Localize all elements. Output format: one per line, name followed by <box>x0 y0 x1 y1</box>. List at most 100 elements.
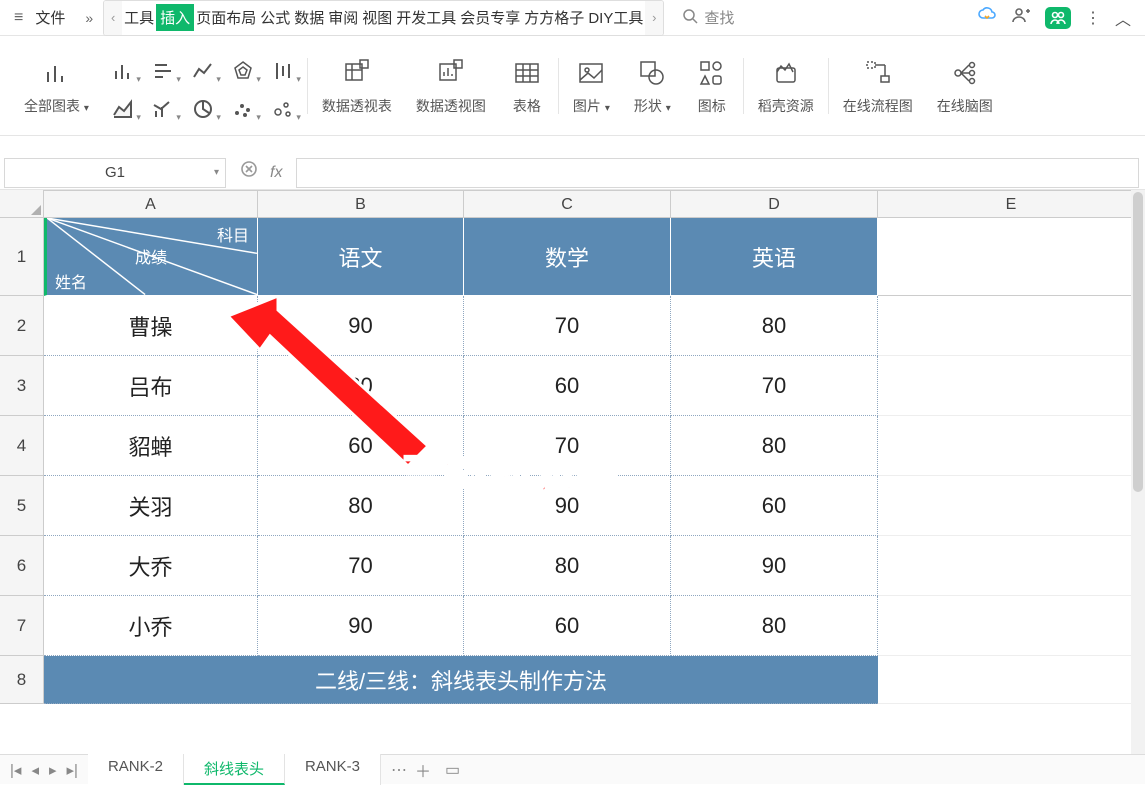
cell-d6[interactable]: 90 <box>671 536 878 596</box>
icon-button[interactable]: 图标 <box>683 41 741 131</box>
row-header-1[interactable]: 1 <box>0 218 44 296</box>
cell-e1[interactable] <box>878 218 1145 296</box>
tab-diy[interactable]: DIY工具 <box>586 4 645 31</box>
cell-e8[interactable] <box>878 656 1145 704</box>
shape-button[interactable]: 形状 ▾ <box>622 41 683 131</box>
cell-a3[interactable]: 吕布 <box>44 356 258 416</box>
tab-data[interactable]: 数据 <box>292 4 326 31</box>
row-header-6[interactable]: 6 <box>0 536 44 596</box>
header-shuxue[interactable]: 数学 <box>464 218 671 296</box>
diagonal-header-cell[interactable]: 科目 成绩 姓名 <box>44 218 258 296</box>
cell-b4[interactable]: 60 <box>258 416 464 476</box>
col-header-a[interactable]: A <box>44 190 258 217</box>
cancel-formula-icon[interactable] <box>240 160 260 185</box>
fx-label[interactable]: fx <box>270 164 282 182</box>
cell-d2[interactable]: 80 <box>671 296 878 356</box>
tab-insert[interactable]: 插入 <box>156 4 194 31</box>
table-button[interactable]: 表格 <box>498 41 556 131</box>
cell-d3[interactable]: 70 <box>671 356 878 416</box>
sheet-tab-rank2[interactable]: RANK-2 <box>88 754 184 785</box>
combo-chart-icon[interactable]: ▾ <box>147 89 179 121</box>
search-box[interactable]: 查找 <box>682 7 734 28</box>
add-user-icon[interactable] <box>1011 6 1031 29</box>
scatter-chart-icon[interactable]: ▾ <box>227 89 259 121</box>
more-options-icon[interactable]: ⋮ <box>1085 8 1101 28</box>
tab-prev[interactable]: ‹ <box>104 1 122 35</box>
hbar-chart-icon[interactable]: ▾ <box>147 51 179 83</box>
add-sheet-button[interactable]: ＋ <box>415 758 431 782</box>
tab-view[interactable]: 视图 <box>360 4 394 31</box>
cell-e5[interactable] <box>878 476 1145 536</box>
bubble-chart-icon[interactable]: ▾ <box>267 89 299 121</box>
pivot-chart-button[interactable]: 数据透视图 <box>404 41 498 131</box>
cell-b3[interactable]: 80 <box>258 356 464 416</box>
cell-b6[interactable]: 70 <box>258 536 464 596</box>
row-header-8[interactable]: 8 <box>0 656 44 704</box>
col-header-e[interactable]: E <box>878 190 1145 217</box>
cell-e7[interactable] <box>878 596 1145 656</box>
tab-page-layout[interactable]: 页面布局 <box>194 4 258 31</box>
user-avatar-icon[interactable] <box>1045 7 1071 29</box>
cell-c6[interactable]: 80 <box>464 536 671 596</box>
header-yingyu[interactable]: 英语 <box>671 218 878 296</box>
area-chart-icon[interactable]: ▾ <box>107 89 139 121</box>
cell-e6[interactable] <box>878 536 1145 596</box>
cell-b2[interactable]: 90 <box>258 296 464 356</box>
cell-d4[interactable]: 80 <box>671 416 878 476</box>
cell-c7[interactable]: 60 <box>464 596 671 656</box>
picture-button[interactable]: 图片 ▾ <box>561 41 622 131</box>
row-header-7[interactable]: 7 <box>0 596 44 656</box>
vertical-scrollbar[interactable] <box>1131 190 1145 754</box>
cell-c2[interactable]: 70 <box>464 296 671 356</box>
stock-chart-icon[interactable]: ▾ <box>267 51 299 83</box>
tab-review[interactable]: 审阅 <box>326 4 360 31</box>
row-header-4[interactable]: 4 <box>0 416 44 476</box>
cell-a2[interactable]: 曹操 <box>44 296 258 356</box>
tab-next[interactable]: › <box>645 1 663 35</box>
tab-tools[interactable]: 工具 <box>122 4 156 31</box>
sheet-tab-rank3[interactable]: RANK-3 <box>285 754 381 785</box>
cell-a7[interactable]: 小乔 <box>44 596 258 656</box>
cell-a4[interactable]: 貂蝉 <box>44 416 258 476</box>
cell-c5[interactable]: 90 <box>464 476 671 536</box>
all-charts-button[interactable]: 全部图表 ▾ <box>12 41 101 131</box>
radar-chart-icon[interactable]: ▾ <box>227 51 259 83</box>
row-header-2[interactable]: 2 <box>0 296 44 356</box>
mindmap-button[interactable]: 在线脑图 <box>925 41 1005 131</box>
menu-icon[interactable]: ≡ <box>0 9 31 27</box>
flowchart-button[interactable]: 在线流程图 <box>831 41 925 131</box>
sheet-nav-next[interactable]: ▸ <box>49 761 57 779</box>
file-menu[interactable]: 文件 <box>31 7 75 28</box>
tab-vip[interactable]: 会员专享 <box>458 4 522 31</box>
sheet-nav-first[interactable]: |◂ <box>10 761 21 779</box>
more-indicator[interactable]: » <box>75 10 103 26</box>
sheet-nav-last[interactable]: ▸| <box>67 761 78 779</box>
cell-a5[interactable]: 关羽 <box>44 476 258 536</box>
formula-input[interactable] <box>296 158 1139 188</box>
cell-d5[interactable]: 60 <box>671 476 878 536</box>
row-header-5[interactable]: 5 <box>0 476 44 536</box>
tab-ffgz[interactable]: 方方格子 <box>522 4 586 31</box>
collapse-ribbon-icon[interactable]: ︿ <box>1115 6 1131 30</box>
worksheet[interactable]: A B C D E 1 科目 成绩 姓名 语文 数学 英语 2 曹操 90 70… <box>0 190 1145 704</box>
footer-merged-cell[interactable]: 二线/三线：斜线表头制作方法 <box>44 656 878 704</box>
sheet-nav-prev[interactable]: ◂ <box>31 761 39 779</box>
sheet-tab-diagonal[interactable]: 斜线表头 <box>184 754 285 785</box>
cell-c4[interactable]: 70 <box>464 416 671 476</box>
cell-b7[interactable]: 90 <box>258 596 464 656</box>
cell-a6[interactable]: 大乔 <box>44 536 258 596</box>
sheet-list-icon[interactable]: ▭ <box>445 760 460 780</box>
select-all-corner[interactable] <box>0 190 44 217</box>
header-yuwen[interactable]: 语文 <box>258 218 464 296</box>
col-header-c[interactable]: C <box>464 190 671 217</box>
bar-chart-icon[interactable]: ▾ <box>107 51 139 83</box>
cell-e4[interactable] <box>878 416 1145 476</box>
tab-formula[interactable]: 公式 <box>258 4 292 31</box>
cell-b5[interactable]: 80 <box>258 476 464 536</box>
cell-c3[interactable]: 60 <box>464 356 671 416</box>
cloud-sync-icon[interactable] <box>977 6 997 29</box>
name-box[interactable]: G1 ▾ <box>4 158 226 188</box>
cell-e2[interactable] <box>878 296 1145 356</box>
docer-button[interactable]: 稻壳资源 <box>746 41 826 131</box>
col-header-b[interactable]: B <box>258 190 464 217</box>
